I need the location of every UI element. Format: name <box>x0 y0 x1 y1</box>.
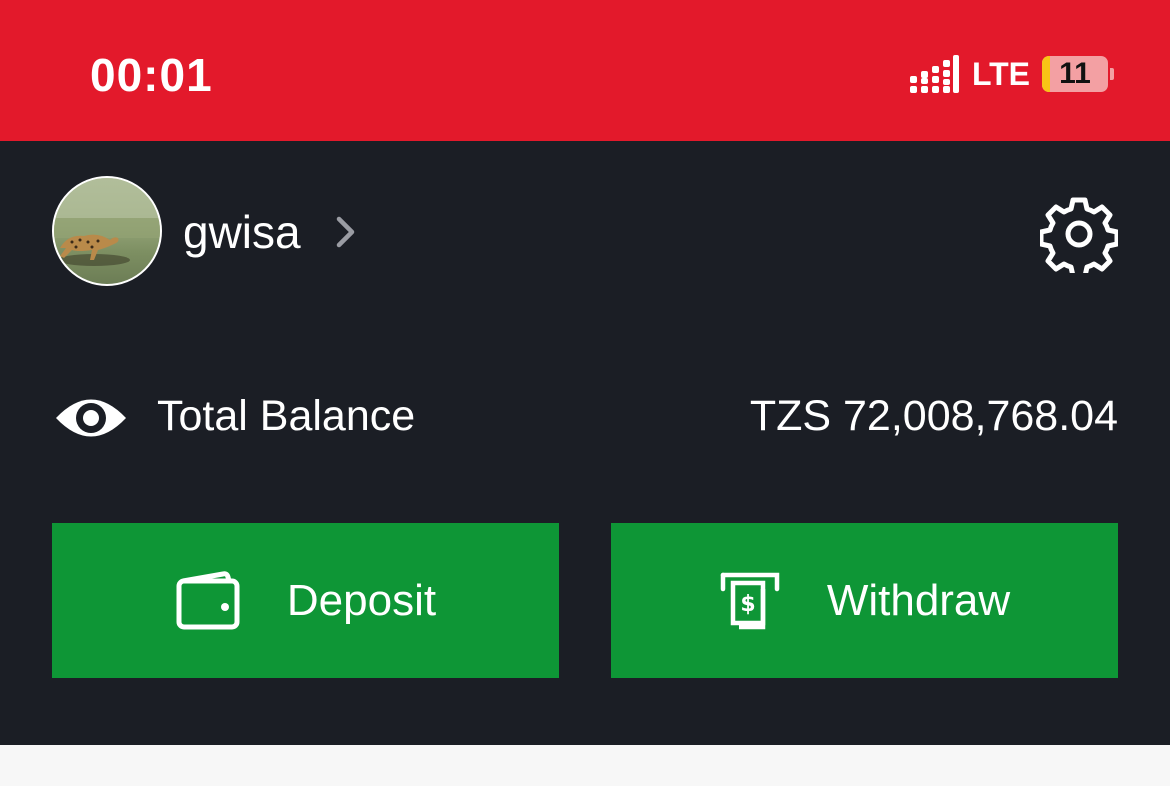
svg-text:$: $ <box>740 592 755 617</box>
account-panel: gwisa Total Balance TZS 72,008,768.04 De… <box>0 141 1170 745</box>
profile-link[interactable]: gwisa <box>183 197 357 267</box>
withdraw-button[interactable]: $ Withdraw <box>611 523 1118 678</box>
eye-icon[interactable] <box>54 391 128 445</box>
balance-label: Total Balance <box>157 392 416 440</box>
status-indicators: LTE 11 <box>908 52 1114 96</box>
balance-value: TZS 72,008,768.04 <box>749 392 1118 440</box>
avatar[interactable] <box>52 176 162 286</box>
gear-icon[interactable] <box>1040 195 1118 273</box>
deposit-label: Deposit <box>286 575 437 625</box>
status-bar: 00:01 LTE 11 <box>0 0 1170 141</box>
wallet-icon <box>176 570 240 629</box>
cash-withdraw-icon: $ <box>720 572 780 629</box>
battery-level: 11 <box>1059 57 1091 90</box>
username: gwisa <box>183 206 301 258</box>
network-type: LTE <box>971 56 1030 92</box>
battery-icon: 11 <box>1042 56 1108 92</box>
status-time: 00:01 <box>90 49 213 101</box>
withdraw-label: Withdraw <box>826 575 1011 625</box>
signal-icon <box>909 55 959 93</box>
chevron-right-icon <box>336 216 354 248</box>
deposit-button[interactable]: Deposit <box>52 523 559 678</box>
battery-tip <box>1110 68 1114 80</box>
avatar-image <box>54 178 160 266</box>
